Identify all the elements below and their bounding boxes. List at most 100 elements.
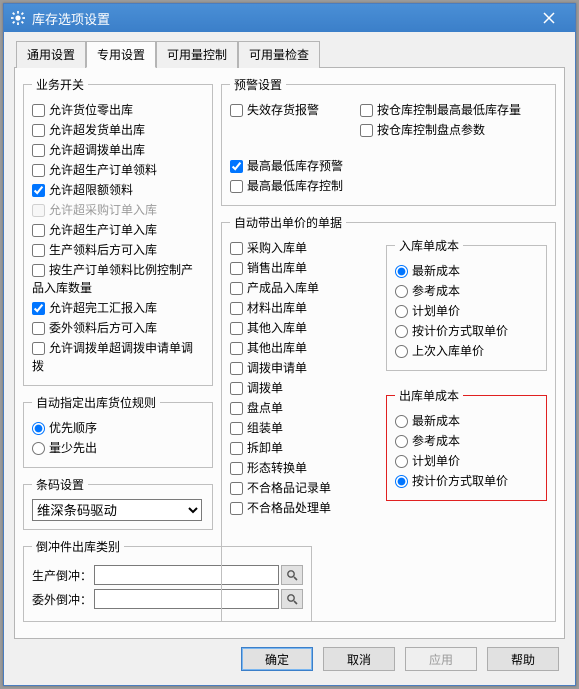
incost-radio-0[interactable] — [395, 265, 408, 278]
business-check-4[interactable] — [32, 184, 45, 197]
checkbox-label: 形态转换单 — [247, 461, 307, 475]
cancel-button[interactable]: 取消 — [323, 647, 395, 671]
close-button[interactable] — [529, 7, 569, 29]
client-area: 通用设置 专用设置 可用量控制 可用量检查 业务开关 允许货位零出库允许超发货单… — [4, 32, 575, 685]
business-check-3[interactable] — [32, 164, 45, 177]
doc-check-3[interactable] — [230, 302, 243, 315]
checkbox-label: 采购入库单 — [247, 241, 307, 255]
group-in-cost: 入库单成本 最新成本参考成本计划单价按计价方式取单价上次入库单价 — [386, 237, 547, 371]
doc-check-8[interactable] — [230, 402, 243, 415]
checkbox-label: 按仓库控制盘点参数 — [377, 123, 485, 137]
business-check-9[interactable] — [32, 302, 45, 315]
checkbox-label: 允许超发货单出库 — [49, 123, 145, 137]
business-check-6[interactable] — [32, 224, 45, 237]
doc-check-6[interactable] — [230, 362, 243, 375]
business-check-10[interactable] — [32, 322, 45, 335]
checkbox-label: 最高最低库存预警 — [247, 159, 343, 173]
doc-check-2[interactable] — [230, 282, 243, 295]
checkbox-label: 失效存货报警 — [247, 103, 319, 117]
alert-below-check-1[interactable] — [230, 180, 243, 193]
radio-label: 上次入库单价 — [412, 344, 484, 358]
business-check-5 — [32, 204, 45, 217]
group-legend: 预警设置 — [230, 76, 286, 93]
alert-right-check-0[interactable] — [360, 104, 373, 117]
checkbox-label: 委外领料后方可入库 — [49, 321, 157, 335]
group-alert: 预警设置 失效存货报警 按仓库控制最高最低库存量按仓库控制盘点参数 最高最低库存… — [221, 76, 556, 206]
titlebar[interactable]: 库存选项设置 — [4, 4, 575, 32]
group-legend: 倒冲件出库类别 — [32, 538, 124, 555]
group-legend: 自动带出单价的单据 — [230, 214, 346, 231]
checkbox-label: 其他入库单 — [247, 321, 307, 335]
group-legend: 入库单成本 — [395, 237, 463, 254]
doc-check-9[interactable] — [230, 422, 243, 435]
checkbox-label: 生产领料后方可入库 — [49, 243, 157, 257]
doc-check-12[interactable] — [230, 482, 243, 495]
checkbox-label: 允许超限额领料 — [49, 183, 133, 197]
radio-label: 计划单价 — [412, 304, 460, 318]
radio-label: 量少先出 — [49, 441, 97, 455]
doc-check-13[interactable] — [230, 502, 243, 515]
checkbox-label: 最高最低库存控制 — [247, 179, 343, 193]
ok-button[interactable]: 确定 — [241, 647, 313, 671]
group-legend: 业务开关 — [32, 76, 88, 93]
doc-check-5[interactable] — [230, 342, 243, 355]
radio-label: 最新成本 — [412, 414, 460, 428]
group-legend: 条码设置 — [32, 476, 88, 493]
outcost-radio-3[interactable] — [395, 475, 408, 488]
checkbox-label: 材料出库单 — [247, 301, 307, 315]
incost-radio-1[interactable] — [395, 285, 408, 298]
business-check-1[interactable] — [32, 124, 45, 137]
checkbox-label: 拆卸单 — [247, 441, 283, 455]
tab-avail-check[interactable]: 可用量检查 — [238, 41, 320, 68]
dialog-window: 库存选项设置 通用设置 专用设置 可用量控制 可用量检查 业务开关 允许货位零出… — [3, 3, 576, 686]
locate-radio-1[interactable] — [32, 442, 45, 455]
barcode-driver-select[interactable]: 维深条码驱动 — [32, 499, 202, 521]
checkbox-label: 允许超生产订单领料 — [49, 163, 157, 177]
radio-label: 按计价方式取单价 — [412, 324, 508, 338]
alert-right-check-1[interactable] — [360, 124, 373, 137]
group-auto-locate: 自动指定出库货位规则 优先顺序量少先出 — [23, 394, 213, 468]
locate-radio-0[interactable] — [32, 422, 45, 435]
checkbox-label: 允许超生产订单入库 — [49, 223, 157, 237]
apply-button[interactable]: 应用 — [405, 647, 477, 671]
doc-check-7[interactable] — [230, 382, 243, 395]
outcost-radio-1[interactable] — [395, 435, 408, 448]
checkbox-label: 允许货位零出库 — [49, 103, 133, 117]
group-legend: 出库单成本 — [395, 387, 463, 404]
alert-below-check-0[interactable] — [230, 160, 243, 173]
radio-label: 优先顺序 — [49, 421, 97, 435]
help-button[interactable]: 帮助 — [487, 647, 559, 671]
checkbox-label: 销售出库单 — [247, 261, 307, 275]
doc-check-4[interactable] — [230, 322, 243, 335]
incost-radio-2[interactable] — [395, 305, 408, 318]
radio-label: 参考成本 — [412, 434, 460, 448]
business-check-8[interactable] — [32, 264, 45, 277]
business-check-7[interactable] — [32, 244, 45, 257]
alert-left-check-0[interactable] — [230, 104, 243, 117]
business-check-0[interactable] — [32, 104, 45, 117]
doc-check-1[interactable] — [230, 262, 243, 275]
business-check-2[interactable] — [32, 144, 45, 157]
radio-label: 最新成本 — [412, 264, 460, 278]
checkbox-label: 允许超完工汇报入库 — [49, 301, 157, 315]
incost-radio-3[interactable] — [395, 325, 408, 338]
doc-check-11[interactable] — [230, 462, 243, 475]
checkbox-label: 按仓库控制最高最低库存量 — [377, 103, 521, 117]
dialog-footer: 确定 取消 应用 帮助 — [14, 639, 565, 675]
gear-icon — [10, 10, 26, 26]
doc-check-10[interactable] — [230, 442, 243, 455]
tab-general[interactable]: 通用设置 — [16, 41, 86, 68]
field-label: 委外倒冲： — [32, 591, 94, 608]
tab-special[interactable]: 专用设置 — [86, 41, 156, 68]
business-check-11[interactable] — [32, 342, 45, 355]
outcost-radio-0[interactable] — [395, 415, 408, 428]
checkbox-label: 允许超采购订单入库 — [49, 203, 157, 217]
radio-label: 参考成本 — [412, 284, 460, 298]
doc-check-0[interactable] — [230, 242, 243, 255]
radio-label: 计划单价 — [412, 454, 460, 468]
outcost-radio-2[interactable] — [395, 455, 408, 468]
incost-radio-4[interactable] — [395, 345, 408, 358]
group-business-switch: 业务开关 允许货位零出库允许超发货单出库允许超调拨单出库允许超生产订单领料允许超… — [23, 76, 213, 386]
checkbox-label: 按生产订单领料比例控制产品入库数量 — [32, 263, 193, 295]
tab-avail-control[interactable]: 可用量控制 — [156, 41, 238, 68]
